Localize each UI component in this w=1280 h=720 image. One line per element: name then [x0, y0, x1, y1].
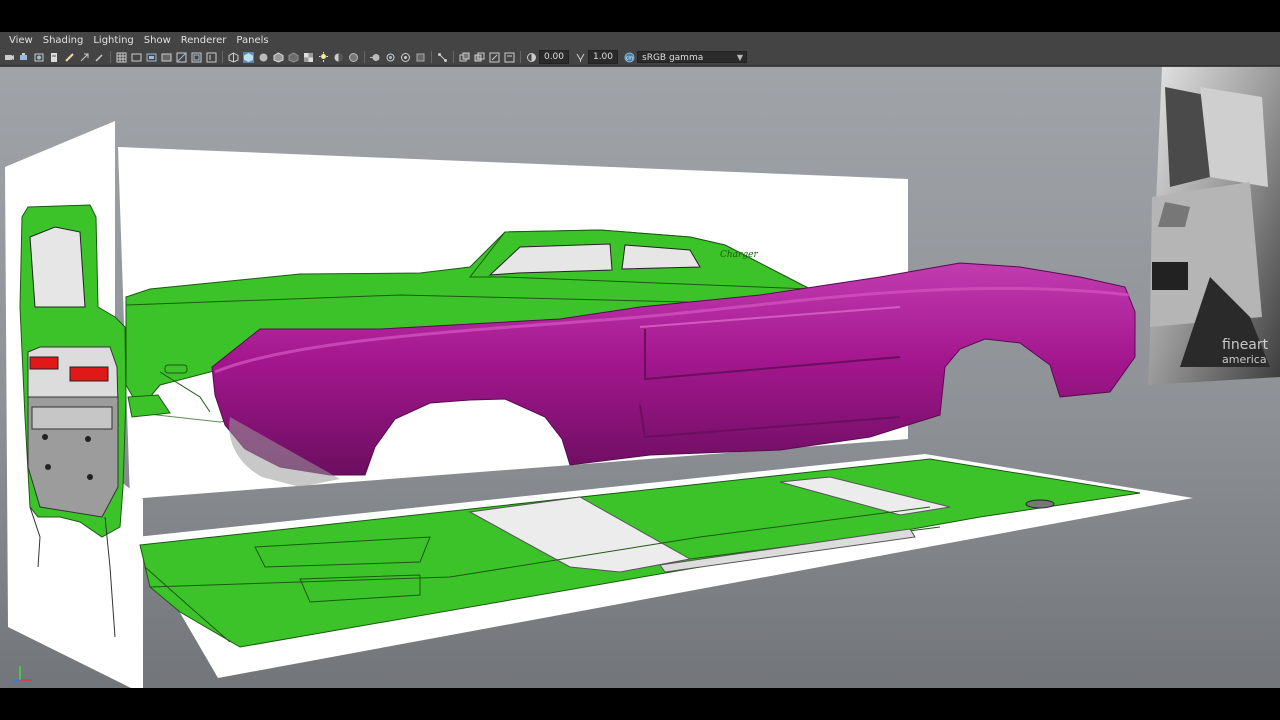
scene-canvas: fineart america Charger: [5, 67, 1280, 688]
safe-title-icon[interactable]: [206, 52, 217, 63]
gate-mask-icon[interactable]: [161, 52, 172, 63]
panel-menu-bar: View Shading Lighting Show Renderer Pane…: [0, 32, 1280, 49]
depth-of-field-icon[interactable]: [400, 52, 411, 63]
grid-icon[interactable]: [116, 52, 127, 63]
menu-panels[interactable]: Panels: [231, 35, 273, 46]
lights-icon[interactable]: [318, 51, 329, 63]
exposure-icon[interactable]: [526, 52, 537, 63]
menu-show[interactable]: Show: [139, 35, 176, 46]
2d-pan-zoom-icon[interactable]: [79, 52, 90, 63]
film-gate-icon[interactable]: [131, 52, 142, 63]
image-plane-icon[interactable]: [49, 52, 60, 63]
menu-shading[interactable]: Shading: [38, 35, 89, 46]
menu-renderer[interactable]: Renderer: [176, 35, 232, 46]
xray-icon[interactable]: [288, 51, 299, 63]
svg-text:cm: cm: [626, 55, 634, 61]
use-default-material-icon[interactable]: [258, 52, 269, 63]
xray-joints-icon[interactable]: [437, 52, 448, 63]
safe-action-icon[interactable]: [191, 52, 202, 63]
exposure-field[interactable]: 0.00: [539, 50, 569, 64]
watermark-line1: fineart: [1222, 337, 1269, 353]
isolate-select-icon[interactable]: [415, 52, 426, 63]
camera-select-icon[interactable]: [4, 52, 15, 63]
gamma-icon[interactable]: [575, 52, 586, 63]
pencil-icon[interactable]: [94, 52, 105, 63]
chevron-down-icon: ▼: [736, 53, 743, 62]
wireframe-on-shaded-icon[interactable]: [273, 51, 284, 63]
resolution-gate-icon[interactable]: [146, 52, 157, 63]
3d-viewport[interactable]: fineart america Charger: [0, 67, 1280, 688]
frame-all-icon[interactable]: [474, 52, 485, 63]
color-space-value: sRGB gamma: [642, 53, 704, 63]
menu-lighting[interactable]: Lighting: [88, 35, 138, 46]
top-view-blueprint-plane: [136, 454, 1193, 678]
panel-toolbar: 0.00 1.00 cm sRGB gamma ▼: [0, 49, 1280, 66]
xray-active-components-icon[interactable]: [459, 52, 470, 63]
view-axis-indicator: [11, 666, 32, 683]
smooth-shade-icon[interactable]: [243, 51, 254, 63]
reference-photo-plane: fineart america: [1148, 67, 1280, 385]
color-space-dropdown[interactable]: sRGB gamma ▼: [637, 51, 747, 63]
textured-icon[interactable]: [303, 52, 314, 63]
menu-view[interactable]: View: [4, 35, 38, 46]
camera-attributes-icon[interactable]: [19, 52, 30, 63]
field-chart-icon[interactable]: [176, 52, 187, 63]
shadows-icon[interactable]: [333, 52, 344, 63]
hud-icon[interactable]: [504, 52, 515, 63]
svg-text:Charger: Charger: [720, 250, 758, 260]
bookmark-icon[interactable]: [34, 52, 45, 63]
motion-blur-icon[interactable]: [370, 52, 381, 63]
wireframe-icon[interactable]: [228, 51, 239, 63]
maya-viewport-panel: View Shading Lighting Show Renderer Pane…: [0, 32, 1280, 688]
multisample-aa-icon[interactable]: [385, 52, 396, 63]
color-management-icon[interactable]: cm: [624, 52, 635, 63]
frame-selected-icon[interactable]: [489, 52, 500, 63]
grease-pencil-icon[interactable]: [64, 52, 75, 63]
ambient-occlusion-icon[interactable]: [348, 52, 359, 63]
watermark-line2: america: [1222, 353, 1267, 366]
gamma-field[interactable]: 1.00: [588, 50, 618, 64]
